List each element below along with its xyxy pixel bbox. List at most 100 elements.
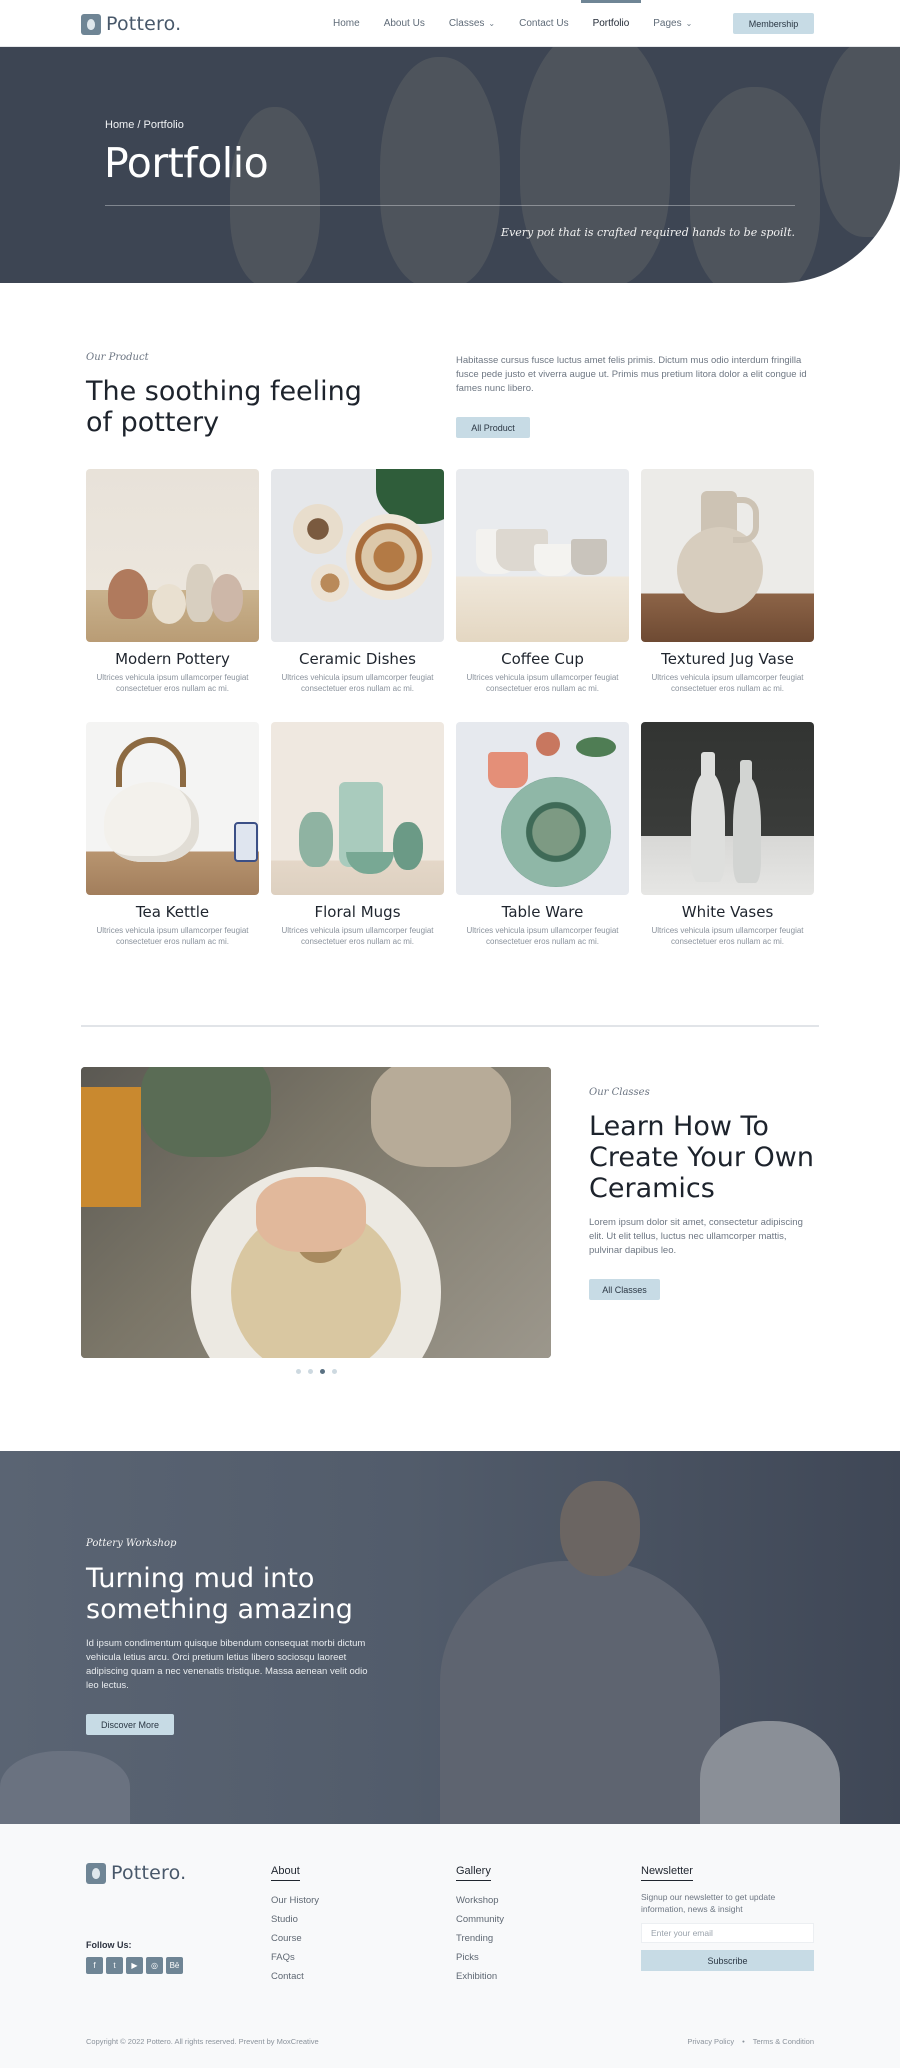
- product-name[interactable]: Textured Jug Vase: [641, 650, 814, 668]
- section-eyebrow: Our Product: [86, 352, 149, 363]
- nav-item-pages[interactable]: Pages ⌄: [653, 0, 692, 47]
- sleeve-shape: [371, 1067, 511, 1167]
- product-card[interactable]: White Vases Ultrices vehicula ipsum ulla…: [641, 722, 814, 953]
- slider-dot[interactable]: [308, 1369, 313, 1374]
- product-name[interactable]: Coffee Cup: [456, 650, 629, 668]
- product-card[interactable]: Floral Mugs Ultrices vehicula ipsum ulla…: [271, 722, 444, 953]
- workshop-banner: Pottery Workshop Turning mud into someth…: [0, 1451, 900, 1824]
- cup-shape: [571, 539, 607, 575]
- twitter-icon[interactable]: t: [106, 1957, 123, 1974]
- product-card[interactable]: Modern Pottery Ultrices vehicula ipsum u…: [86, 469, 259, 700]
- kettle-body-shape: [104, 782, 199, 862]
- jug-handle-shape: [733, 497, 759, 543]
- product-image[interactable]: [641, 722, 814, 895]
- nav-item-portfolio[interactable]: Portfolio: [580, 0, 641, 47]
- product-name[interactable]: Ceramic Dishes: [271, 650, 444, 668]
- pot-shape: [700, 1721, 840, 1824]
- dish-shape: [346, 514, 432, 600]
- footer-link[interactable]: Picks: [456, 1948, 504, 1967]
- hands-shape: [256, 1177, 366, 1252]
- cup-shape: [234, 822, 258, 862]
- brand-logo[interactable]: Pottero.: [81, 13, 181, 35]
- footer-link[interactable]: Trending: [456, 1929, 504, 1948]
- copyright-text: Copyright © 2022 Pottero. All rights res…: [86, 2037, 319, 2046]
- youtube-icon[interactable]: ▶: [126, 1957, 143, 1974]
- vase-shape: [211, 574, 243, 622]
- footer-link[interactable]: FAQs: [271, 1948, 319, 1967]
- pot-shape: [0, 1751, 130, 1824]
- membership-button[interactable]: Membership: [733, 13, 814, 34]
- all-classes-button[interactable]: All Classes: [589, 1279, 660, 1300]
- potter-body-shape: [440, 1561, 720, 1824]
- product-description: Ultrices vehicula ipsum ullamcorper feug…: [651, 926, 804, 946]
- nav-item-contact-us[interactable]: Contact Us: [519, 0, 568, 47]
- nav-label: Pages: [653, 18, 682, 29]
- nav-label: Contact Us: [519, 18, 569, 29]
- product-image[interactable]: [271, 469, 444, 642]
- product-description: Ultrices vehicula ipsum ullamcorper feug…: [651, 673, 804, 693]
- subscribe-button[interactable]: Subscribe: [641, 1950, 814, 1971]
- hero-background-image: [380, 57, 500, 283]
- social-links: f t ▶ ◎ Bē: [86, 1957, 183, 1974]
- separator-dot: •: [742, 2037, 745, 2046]
- product-card[interactable]: Table Ware Ultrices vehicula ipsum ullam…: [456, 722, 629, 953]
- footer-link[interactable]: Workshop: [456, 1891, 504, 1910]
- mug-shape: [488, 752, 528, 788]
- footer-column-about: About Our History Studio Course FAQs Con…: [271, 1861, 319, 1986]
- slider-dot[interactable]: [332, 1369, 337, 1374]
- vase-shape: [393, 822, 423, 870]
- footer-column-gallery: Gallery Workshop Community Trending Pick…: [456, 1861, 504, 1986]
- product-image[interactable]: [641, 469, 814, 642]
- all-product-button[interactable]: All Product: [456, 417, 530, 438]
- product-image[interactable]: [86, 469, 259, 642]
- classes-slider-image[interactable]: [81, 1067, 551, 1358]
- breadcrumb[interactable]: Home / Portfolio: [105, 119, 184, 131]
- privacy-policy-link[interactable]: Privacy Policy: [687, 2037, 734, 2046]
- bowl-shape: [346, 852, 394, 874]
- footer-link[interactable]: Exhibition: [456, 1967, 504, 1986]
- product-image[interactable]: [86, 722, 259, 895]
- hero-bg-pot: [820, 47, 900, 237]
- chevron-down-icon: ⌄: [685, 19, 693, 28]
- brand-name: Pottero.: [111, 1862, 187, 1884]
- behance-icon[interactable]: Bē: [166, 1957, 183, 1974]
- product-name[interactable]: Floral Mugs: [271, 903, 444, 921]
- footer-link[interactable]: Our History: [271, 1891, 319, 1910]
- vase-logo-icon: [86, 1862, 106, 1884]
- nav-item-home[interactable]: Home: [333, 0, 360, 47]
- section-title: Turning mud into something amazing: [86, 1563, 353, 1625]
- instagram-icon[interactable]: ◎: [146, 1957, 163, 1974]
- footer-heading: Gallery: [456, 1865, 491, 1881]
- sleeve-shape: [141, 1067, 271, 1157]
- hero-quote: Every pot that is crafted required hands…: [501, 226, 795, 239]
- discover-more-button[interactable]: Discover More: [86, 1714, 174, 1735]
- product-name[interactable]: White Vases: [641, 903, 814, 921]
- terms-link[interactable]: Terms & Condition: [753, 2037, 814, 2046]
- footer-link[interactable]: Community: [456, 1910, 504, 1929]
- product-name[interactable]: Table Ware: [456, 903, 629, 921]
- footer-link[interactable]: Contact: [271, 1967, 319, 1986]
- slider-dot-active[interactable]: [320, 1369, 325, 1374]
- vase-shape: [152, 584, 186, 624]
- nav-item-classes[interactable]: Classes ⌄: [449, 0, 495, 47]
- facebook-icon[interactable]: f: [86, 1957, 103, 1974]
- footer-logo[interactable]: Pottero.: [86, 1862, 186, 1884]
- nav-label: Home: [333, 18, 360, 29]
- email-field[interactable]: Enter your email: [641, 1923, 814, 1943]
- product-name[interactable]: Modern Pottery: [86, 650, 259, 668]
- product-name[interactable]: Tea Kettle: [86, 903, 259, 921]
- nav-item-about-us[interactable]: About Us: [384, 0, 425, 47]
- product-image[interactable]: [456, 722, 629, 895]
- footer-link[interactable]: Course: [271, 1929, 319, 1948]
- product-card[interactable]: Ceramic Dishes Ultrices vehicula ipsum u…: [271, 469, 444, 700]
- slider-dot[interactable]: [296, 1369, 301, 1374]
- product-card[interactable]: Coffee Cup Ultrices vehicula ipsum ullam…: [456, 469, 629, 700]
- product-image[interactable]: [456, 469, 629, 642]
- vase-shape: [733, 777, 761, 883]
- nav-label: Classes: [448, 18, 485, 29]
- product-card[interactable]: Tea Kettle Ultrices vehicula ipsum ullam…: [86, 722, 259, 953]
- product-image[interactable]: [271, 722, 444, 895]
- brand-name: Pottero.: [106, 13, 182, 35]
- product-card[interactable]: Textured Jug Vase Ultrices vehicula ipsu…: [641, 469, 814, 700]
- footer-link[interactable]: Studio: [271, 1910, 319, 1929]
